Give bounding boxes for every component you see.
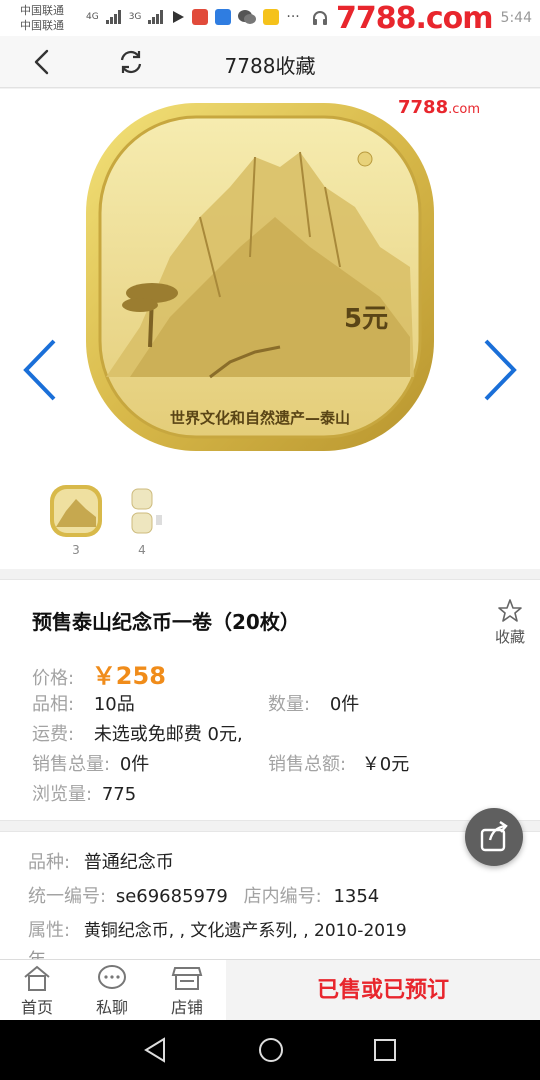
attr-label: 属性: xyxy=(28,920,71,941)
favorite-label: 收藏 xyxy=(494,628,525,646)
coin-denomination: 5元 xyxy=(344,304,388,334)
chat-label: 私聊 xyxy=(95,998,128,1017)
next-image-arrow-icon[interactable] xyxy=(478,335,522,405)
signal-icon xyxy=(105,10,121,24)
sold-status-button[interactable]: 已售或已预订 xyxy=(226,960,540,1021)
nav-home-circle-icon[interactable] xyxy=(257,1036,285,1064)
quantity-row: 数量: 0件 xyxy=(268,690,359,716)
category-label: 品种: xyxy=(28,852,71,873)
status-bar: 中国联通 中国联通 4G 3G ··· 7788.com 5:44 xyxy=(0,0,540,36)
signal-icon-2 xyxy=(148,10,164,24)
shop-no-value: 1354 xyxy=(333,886,380,907)
thumbnail-3[interactable] xyxy=(48,483,104,539)
price-value: ￥258 xyxy=(91,662,166,690)
grade-value: 10品 xyxy=(93,694,135,715)
sold-amount-value: ￥0元 xyxy=(361,754,410,775)
shipping-value: 未选或免邮费 0元, xyxy=(93,724,243,745)
views-label: 浏览量: xyxy=(32,784,93,805)
play-icon xyxy=(173,11,185,23)
views-value: 775 xyxy=(101,784,137,805)
status-right: 7788.com 5:44 xyxy=(312,0,532,36)
price-label: 价格: xyxy=(32,668,75,689)
uid-row: 统一编号: se69685979 店内编号: 1354 xyxy=(28,882,379,908)
thumbnail-3-number: 3 xyxy=(72,543,80,557)
network-type-2: 3G xyxy=(128,12,142,22)
previous-image-arrow-icon[interactable] xyxy=(18,335,62,405)
image-gallery[interactable]: 7788.com 5元 世界文化和自然遗产—泰山 xyxy=(0,89,540,471)
shop-label: 店铺 xyxy=(170,998,203,1017)
item-title: 预售泰山纪念币一卷（20枚） xyxy=(32,610,300,634)
carrier-1: 中国联通 xyxy=(20,4,64,17)
uid-label: 统一编号: xyxy=(28,886,107,907)
home-icon xyxy=(24,965,50,991)
item-info-card: 预售泰山纪念币一卷（20枚） 收藏 价格: ￥258 品相: 10品 数量: 0… xyxy=(0,579,540,821)
shipping-label: 运费: xyxy=(32,724,75,745)
sold-amount-label: 销售总额: xyxy=(268,754,347,775)
item-spec-section: 品种: 普通纪念币 统一编号: se69685979 店内编号: 1354 属性… xyxy=(0,831,540,961)
share-icon xyxy=(480,821,508,852)
sold-count-label: 销售总量: xyxy=(32,754,111,775)
status-icons: 4G 3G ··· xyxy=(86,9,300,25)
app-notification-icon xyxy=(192,9,209,25)
coin-inscription: 世界文化和自然遗产—泰山 xyxy=(170,409,350,427)
grade-label: 品相: xyxy=(32,694,75,715)
clock: 5:44 xyxy=(500,10,532,26)
bottom-action-bar: 首页 私聊 店铺 已售或已预订 xyxy=(0,959,540,1021)
chat-button[interactable]: 私聊 xyxy=(77,962,147,1018)
thumbnail-strip: 3 4 xyxy=(0,471,540,569)
nav-back-triangle-icon[interactable] xyxy=(142,1036,168,1064)
wechat-icon xyxy=(238,10,257,24)
page-title: 7788收藏 xyxy=(224,54,316,78)
price-row: 价格: ￥258 xyxy=(32,656,166,691)
quantity-value: 0件 xyxy=(329,694,360,715)
system-nav-bar xyxy=(0,1020,540,1080)
more-notifications-icon: ··· xyxy=(286,9,300,25)
screen: 中国联通 中国联通 4G 3G ··· 7788.com 5:44 7788收藏… xyxy=(0,0,540,1080)
taxi-app-icon xyxy=(263,9,280,25)
thumbnail-4-number: 4 xyxy=(138,543,146,557)
coin-image: 5元 世界文化和自然遗产—泰山 xyxy=(86,103,434,451)
thumbnail-4[interactable] xyxy=(122,483,178,539)
carrier-2: 中国联通 xyxy=(20,19,64,32)
shop-button[interactable]: 店铺 xyxy=(152,962,222,1018)
image-watermark-suffix: .com xyxy=(448,102,481,117)
sold-amount-row: 销售总额: ￥0元 xyxy=(268,750,409,776)
share-button[interactable] xyxy=(465,808,523,866)
shop-no-label: 店内编号: xyxy=(243,886,322,907)
network-type-1: 4G xyxy=(86,12,99,22)
category-value: 普通纪念币 xyxy=(83,852,174,873)
attr-row: 属性: 黄铜纪念币, , 文化遗产系列, , 2010-2019 xyxy=(28,916,407,942)
chat-icon xyxy=(98,965,126,989)
quantity-label: 数量: xyxy=(268,694,311,715)
home-label: 首页 xyxy=(20,998,53,1017)
favorite-button[interactable]: 收藏 xyxy=(488,598,532,646)
home-button[interactable]: 首页 xyxy=(2,962,72,1018)
uid-value: se69685979 xyxy=(115,886,228,907)
shield-icon xyxy=(215,9,232,25)
category-row: 品种: 普通纪念币 xyxy=(28,848,174,874)
sold-count-value: 0件 xyxy=(119,754,150,775)
headset-icon xyxy=(313,11,327,25)
nav-recents-square-icon[interactable] xyxy=(372,1036,398,1064)
carrier-info: 中国联通 中国联通 xyxy=(20,3,64,33)
star-icon xyxy=(498,599,522,622)
sold-count-row: 销售总量: 0件 xyxy=(32,750,149,776)
site-watermark: 7788.com xyxy=(336,0,494,36)
grade-row: 品相: 10品 xyxy=(32,690,135,716)
views-row: 浏览量: 775 xyxy=(32,780,136,806)
shop-icon xyxy=(171,967,203,990)
shipping-row: 运费: 未选或免邮费 0元, xyxy=(32,720,243,746)
attr-value: 黄铜纪念币, , 文化遗产系列, , 2010-2019 xyxy=(83,921,407,941)
top-nav-bar: 7788收藏 xyxy=(0,36,540,88)
